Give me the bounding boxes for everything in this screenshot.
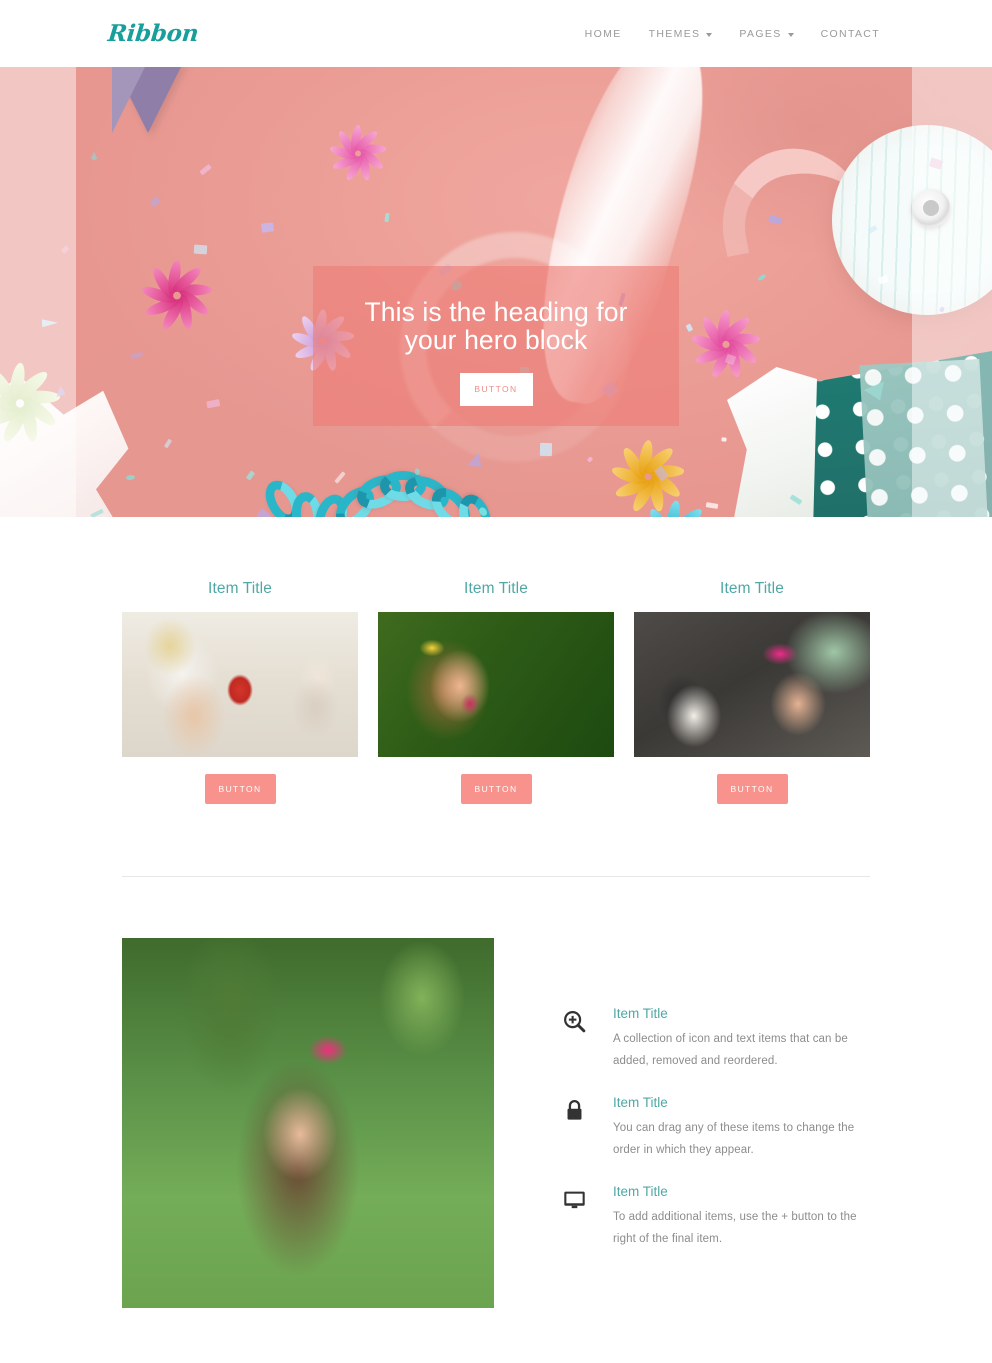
feature-body: Item Title A collection of icon and text…: [613, 1006, 870, 1073]
hero-section: This is the heading for your hero block …: [0, 67, 992, 517]
confetti-piece: [414, 468, 420, 475]
card-item: Item Title BUTTON: [634, 580, 870, 804]
feature-body: Item Title To add additional items, use …: [613, 1184, 870, 1251]
gift-bow: [328, 121, 386, 183]
feature-title: Item Title: [613, 1183, 668, 1199]
chevron-down-icon: [787, 32, 794, 37]
confetti-piece: [721, 437, 727, 442]
chevron-down-icon: [706, 32, 713, 37]
feature-item: Item Title To add additional items, use …: [562, 1184, 870, 1251]
feature-title: Item Title: [613, 1094, 668, 1110]
cards-row: Item Title BUTTON Item Title BUTTON Item…: [122, 580, 870, 804]
zoom-in-icon: [562, 1006, 590, 1073]
gift-bow: [140, 255, 212, 332]
cards-section: Item Title BUTTON Item Title BUTTON Item…: [0, 517, 992, 877]
hero-content-block: This is the heading for your hero block …: [313, 266, 679, 426]
hero-left-overlay: [0, 67, 76, 517]
nav-item-home[interactable]: HOME: [585, 28, 622, 40]
card-title: Item Title: [720, 580, 784, 597]
hero-right-overlay: [912, 67, 992, 517]
nav-item-contact[interactable]: CONTACT: [821, 28, 880, 40]
card-image: [122, 612, 358, 757]
feature-item: Item Title A collection of icon and text…: [562, 1006, 870, 1073]
nav-label: THEMES: [648, 27, 701, 40]
site-header: Ribbon HOME THEMES PAGES CONTACT: [0, 0, 992, 67]
features-row: Item Title A collection of icon and text…: [122, 938, 870, 1308]
nav-label: HOME: [584, 27, 622, 40]
feature-body: Item Title You can drag any of these ite…: [613, 1095, 870, 1162]
feature-text: You can drag any of these items to chang…: [613, 1121, 855, 1157]
card-button[interactable]: BUTTON: [460, 774, 532, 804]
nav-item-pages[interactable]: PAGES: [739, 27, 794, 40]
card-item: Item Title BUTTON: [122, 580, 358, 804]
feature-text: A collection of icon and text items that…: [613, 1033, 848, 1068]
feature-title: Item Title: [613, 1006, 668, 1021]
card-title: Item Title: [208, 580, 272, 597]
hero-heading: This is the heading for your hero block: [364, 297, 628, 356]
feature-text: To add additional items, use the + butto…: [613, 1210, 857, 1246]
feature-list: Item Title A collection of icon and text…: [562, 938, 870, 1308]
site-logo[interactable]: Ribbon: [107, 20, 200, 47]
card-item: Item Title BUTTON: [378, 580, 614, 804]
monitor-icon: [562, 1184, 590, 1251]
main-navigation: HOME THEMES PAGES CONTACT: [585, 28, 880, 40]
card-button[interactable]: BUTTON: [204, 774, 276, 804]
hero-cta-button[interactable]: BUTTON: [459, 372, 533, 406]
card-button[interactable]: BUTTON: [716, 774, 788, 804]
confetti-piece: [90, 152, 98, 160]
features-section: Item Title A collection of icon and text…: [0, 877, 992, 1363]
purple-pyramid-facet: [112, 67, 148, 133]
nav-label: CONTACT: [820, 27, 880, 40]
lock-icon: [562, 1095, 590, 1162]
card-title: Item Title: [464, 580, 528, 597]
gift-bow: [638, 495, 714, 517]
confetti-piece: [261, 222, 275, 233]
nav-label: PAGES: [739, 27, 782, 40]
nav-item-themes[interactable]: THEMES: [649, 28, 713, 40]
feature-image: [122, 938, 494, 1308]
card-image: [634, 612, 870, 757]
feature-item: Item Title You can drag any of these ite…: [562, 1095, 870, 1162]
confetti-piece: [193, 244, 208, 255]
confetti-piece: [539, 442, 552, 457]
card-image: [378, 612, 614, 757]
